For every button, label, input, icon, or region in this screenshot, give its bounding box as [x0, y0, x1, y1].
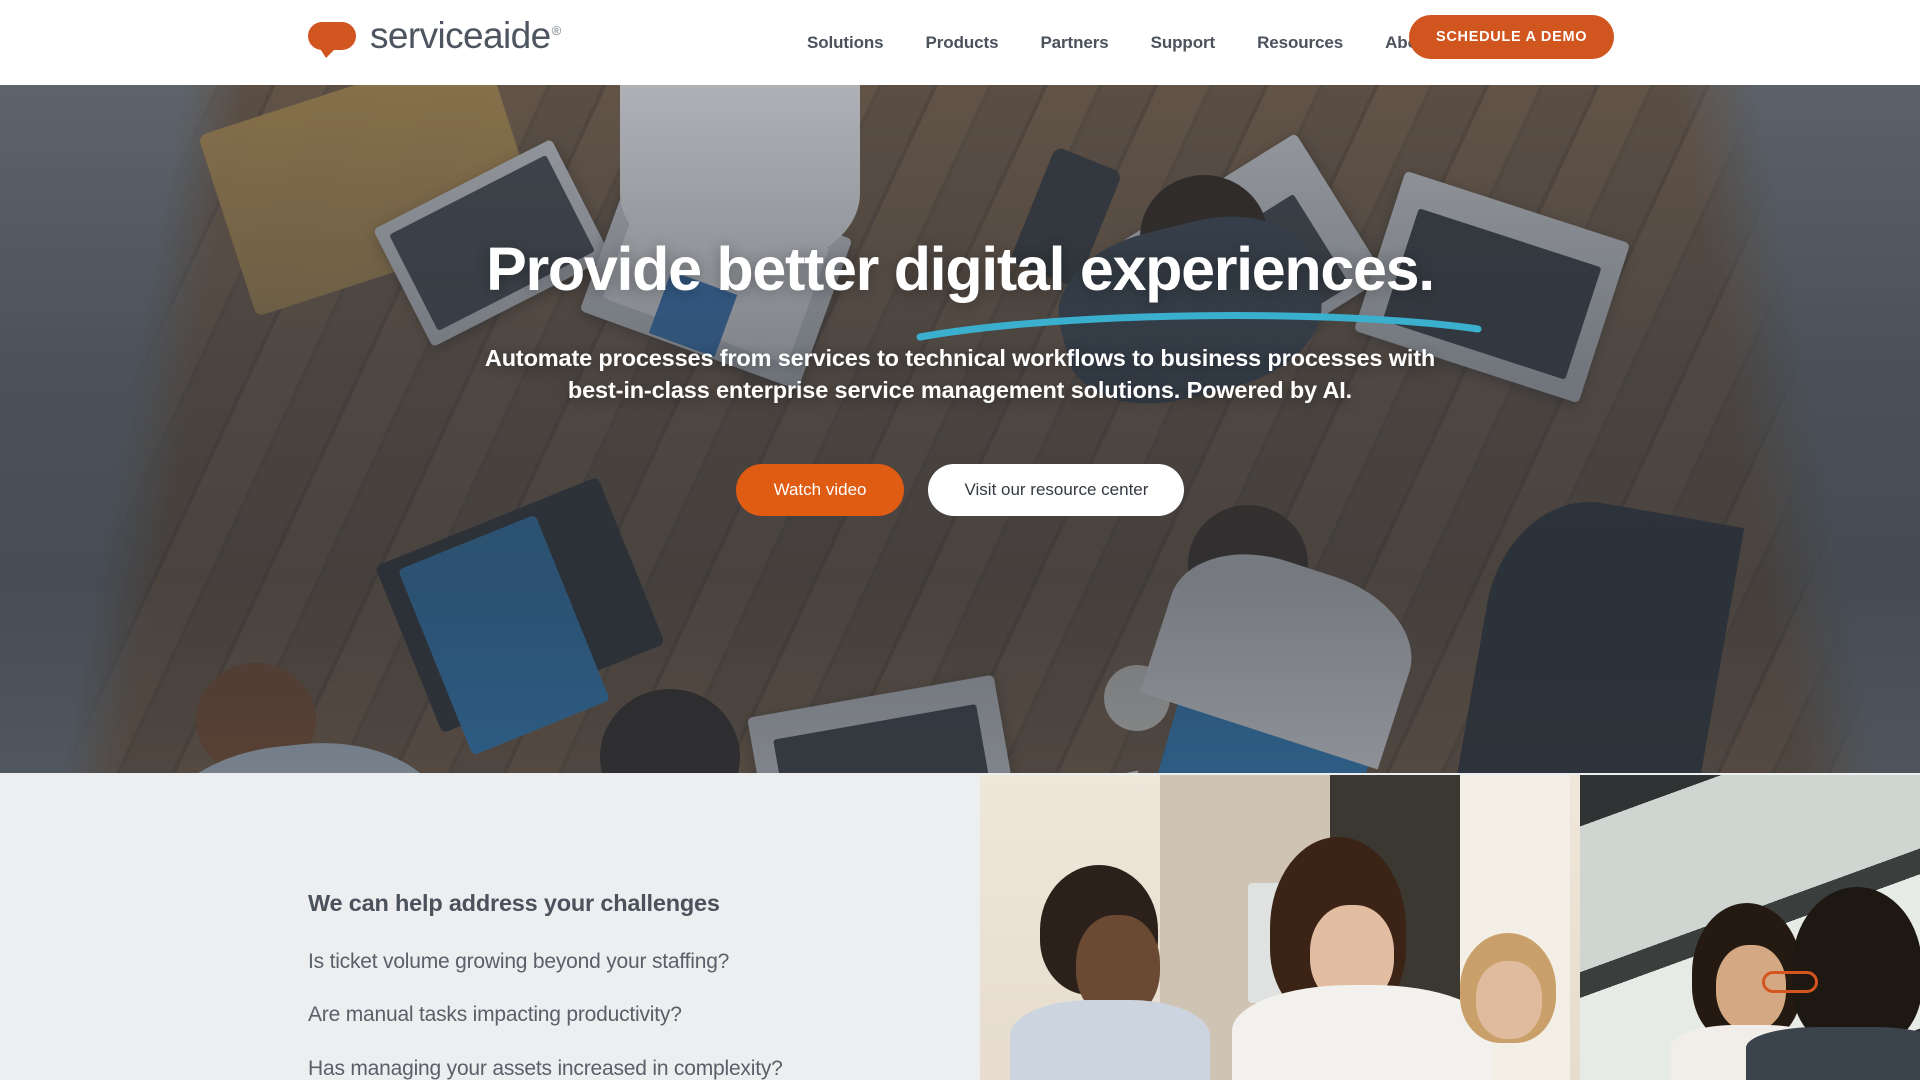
- photo-shape-colleague-1-body: [1010, 1000, 1210, 1080]
- challenge-item-1: Is ticket volume growing beyond your sta…: [308, 950, 730, 973]
- registered-trademark-icon: ®: [551, 22, 562, 38]
- challenges-heading: We can help address your challenges: [308, 890, 720, 916]
- nav-item-solutions[interactable]: Solutions: [786, 33, 905, 53]
- hero-title-wrapper: Provide better digital experiences.: [486, 235, 1482, 341]
- nav-item-support[interactable]: Support: [1130, 33, 1236, 53]
- speech-bubble-icon: [308, 21, 356, 58]
- photo-shape-colleague-5-body: [1746, 1027, 1920, 1080]
- header-inner: serviceaide® Solutions Products Partners…: [0, 0, 1920, 85]
- photo-shape-colleague-5-head: [1792, 887, 1920, 1047]
- hero-title: Provide better digital experiences.: [486, 235, 1435, 303]
- site-logo[interactable]: serviceaide®: [308, 17, 561, 58]
- teal-underline-swoosh-icon: [916, 312, 1482, 341]
- logo-wordmark-text: serviceaide: [370, 15, 551, 56]
- hero-content: Provide better digital experiences. Auto…: [0, 85, 1920, 773]
- photo-shape-colleague-3-face: [1476, 961, 1542, 1039]
- schedule-a-demo-button[interactable]: SCHEDULE A DEMO: [1409, 15, 1615, 59]
- main-navigation: Solutions Products Partners Support Reso…: [786, 0, 1479, 85]
- nav-item-products[interactable]: Products: [905, 33, 1020, 53]
- challenge-item-3: Has managing your assets increased in co…: [308, 1056, 783, 1080]
- hero-subtitle: Automate processes from services to tech…: [410, 342, 1510, 407]
- challenge-item-2: Are manual tasks impacting productivity?: [308, 1003, 682, 1027]
- hero-subtitle-line-1: Automate processes from services to tech…: [484, 344, 1436, 371]
- photo-shape-eyeglasses: [1762, 971, 1818, 993]
- visit-resource-center-button[interactable]: Visit our resource center: [928, 463, 1185, 516]
- nav-item-resources[interactable]: Resources: [1236, 33, 1364, 53]
- hero-section: Provide better digital experiences. Auto…: [0, 85, 1920, 773]
- challenges-text-column: We can help address your challenges Is t…: [308, 890, 928, 1080]
- hero-button-group: Watch video Visit our resource center: [735, 463, 1185, 516]
- nav-item-partners[interactable]: Partners: [1019, 33, 1129, 53]
- hero-subtitle-line-2: best-in-class enterprise service managem…: [567, 377, 1353, 404]
- photo-shape-colleague-2-body: [1232, 985, 1492, 1080]
- challenges-photo: [980, 775, 1920, 1080]
- watch-video-button[interactable]: Watch video: [735, 463, 905, 516]
- logo-wordmark: serviceaide®: [370, 17, 561, 54]
- challenges-section: We can help address your challenges Is t…: [0, 773, 1920, 1080]
- site-header: serviceaide® Solutions Products Partners…: [0, 0, 1920, 85]
